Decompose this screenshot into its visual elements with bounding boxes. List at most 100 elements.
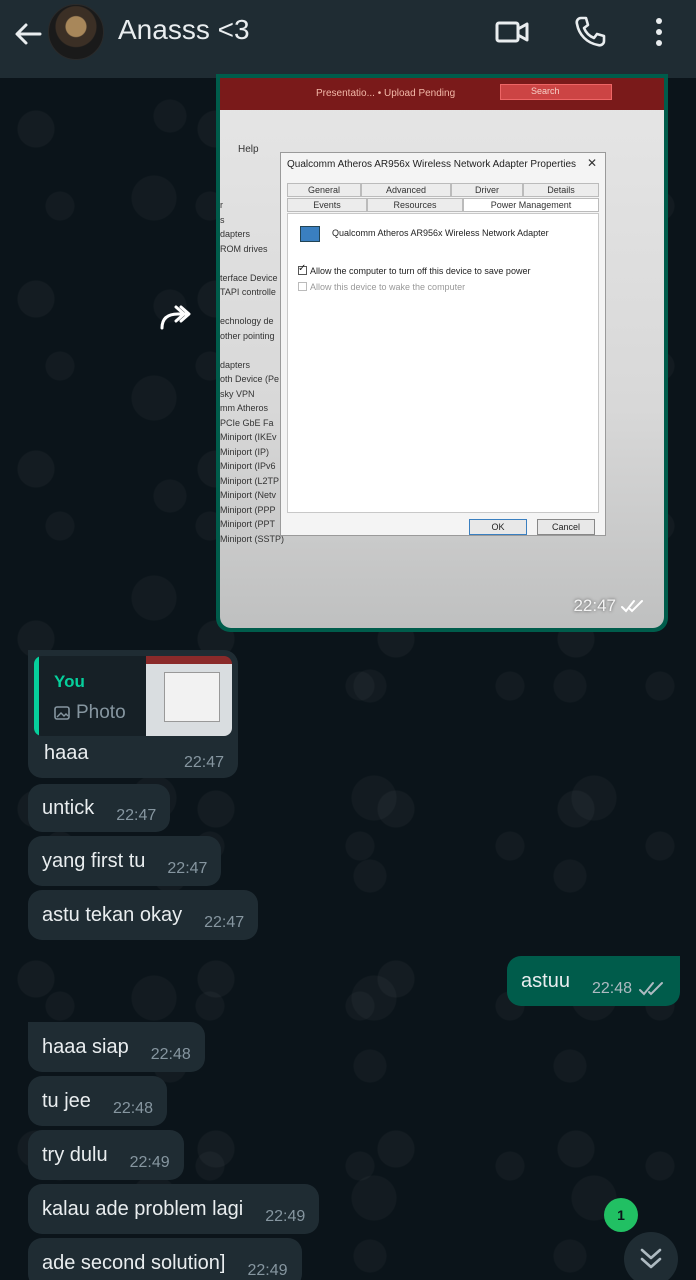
photo-searchbox: Search bbox=[500, 84, 612, 100]
image-icon bbox=[54, 706, 70, 720]
dialog-close-icon: ✕ bbox=[586, 156, 597, 170]
dialog-tabs-row1: General Advanced Driver Details bbox=[287, 183, 599, 197]
message-text: untick bbox=[42, 796, 95, 819]
checkbox-checked-icon bbox=[298, 263, 307, 275]
photo-device-list-item: s bbox=[220, 214, 225, 225]
photo-device-list-item: dapters bbox=[220, 359, 251, 370]
quote-thumbnail bbox=[146, 656, 232, 736]
photo-device-list-item: oth Device (Pe bbox=[220, 374, 280, 384]
dialog-cancel-button: Cancel bbox=[537, 519, 595, 535]
photo-device-list-item bbox=[220, 256, 284, 271]
scroll-to-bottom-button[interactable] bbox=[624, 1232, 678, 1280]
message-text: try dulu bbox=[42, 1143, 108, 1166]
phone-icon[interactable] bbox=[572, 14, 608, 50]
incoming-message[interactable]: try dulu 22:49 bbox=[28, 1130, 184, 1180]
contact-name[interactable]: Anasss <3 bbox=[118, 14, 250, 46]
more-vertical-icon[interactable] bbox=[644, 14, 680, 50]
double-check-icon bbox=[639, 982, 663, 996]
photo-device-list-item: Miniport (IKEv bbox=[220, 432, 277, 442]
dialog-tabs-row2: Events Resources Power Management bbox=[287, 198, 599, 212]
photo-device-list-item: Miniport (IPv6 bbox=[220, 461, 276, 471]
photo-device-list-item: other pointing bbox=[220, 330, 275, 341]
tab-advanced: Advanced bbox=[361, 183, 451, 197]
photo-device-list-item bbox=[220, 343, 284, 358]
quoted-message[interactable]: You Photo bbox=[34, 656, 232, 736]
reply-message[interactable]: You Photo haaa 22:47 bbox=[28, 650, 238, 778]
message-time: 22:49 bbox=[265, 1208, 306, 1225]
incoming-message[interactable]: kalau ade problem lagi 22:49 bbox=[28, 1184, 320, 1234]
chat-header: Anasss <3 bbox=[0, 0, 696, 78]
message-time: 22:48 bbox=[112, 1100, 153, 1117]
message-text: astuu bbox=[521, 969, 570, 992]
photo-device-list-item: dapters bbox=[220, 229, 251, 239]
photo-app-bar: Presentatio... • Upload Pending Search bbox=[220, 78, 664, 110]
message-time: 22:48 bbox=[591, 980, 632, 997]
tab-details: Details bbox=[523, 183, 599, 197]
image-message-time: 22:47 bbox=[573, 596, 616, 615]
photo-device-list-item: Miniport (Netv bbox=[220, 490, 277, 500]
photo-device-list-item: TAPI controlle bbox=[220, 287, 276, 297]
option-turn-off-label: Allow the computer to turn off this devi… bbox=[310, 266, 531, 276]
unread-count-badge: 1 bbox=[604, 1198, 638, 1232]
arrow-left-icon[interactable] bbox=[12, 18, 44, 50]
photo-app-bar-text: Presentatio... • Upload Pending bbox=[316, 88, 456, 99]
message-time: 22:47 bbox=[204, 914, 245, 931]
message-time: 22:48 bbox=[150, 1046, 191, 1063]
tab-power-management: Power Management bbox=[463, 198, 599, 212]
message-text: tu jee bbox=[42, 1089, 91, 1112]
message-time: 22:49 bbox=[247, 1262, 288, 1279]
message-text: astu tekan okay bbox=[42, 903, 183, 926]
photo-device-list-item: r bbox=[220, 200, 223, 210]
image-message[interactable]: Presentatio... • Upload Pending Search H… bbox=[216, 74, 668, 632]
message-text: haaa siap bbox=[42, 1035, 129, 1058]
message-text: haaa bbox=[44, 742, 89, 764]
incoming-message[interactable]: untick 22:47 bbox=[28, 784, 171, 832]
quote-photo-text: Photo bbox=[76, 702, 126, 723]
message-time: 22:47 bbox=[116, 807, 157, 824]
network-adapter-icon bbox=[300, 226, 320, 242]
image-message-meta: 22:47 bbox=[573, 596, 646, 616]
photo-device-list-item: echnology de bbox=[220, 316, 274, 326]
video-camera-icon[interactable] bbox=[494, 14, 530, 50]
quote-author: You bbox=[54, 672, 85, 691]
photo-device-list-item: sky VPN bbox=[220, 388, 255, 399]
photo-device-list-item: mm Atheros bbox=[220, 403, 269, 413]
forward-icon[interactable] bbox=[158, 302, 196, 334]
option-turn-off: Allow the computer to turn off this devi… bbox=[298, 263, 531, 276]
photo-device-list: r s dapters ROM drives terface Device TAPI co… bbox=[220, 198, 284, 546]
incoming-message[interactable]: ade second solution] 22:49 bbox=[28, 1238, 302, 1280]
photo-device-list-item: Miniport (L2TP bbox=[220, 475, 280, 486]
photo-search-text: Search bbox=[531, 86, 560, 96]
tab-events: Events bbox=[287, 198, 367, 212]
photo-device-list-item: Miniport (PPP bbox=[220, 504, 276, 515]
avatar[interactable] bbox=[48, 4, 104, 60]
incoming-message[interactable]: astu tekan okay 22:47 bbox=[28, 890, 259, 940]
message-time: 22:47 bbox=[183, 754, 224, 771]
properties-dialog: Qualcomm Atheros AR956x Wireless Network… bbox=[280, 152, 606, 536]
tab-general: General bbox=[287, 183, 361, 197]
photo-device-list-item: Miniport (SSTP) bbox=[220, 533, 285, 544]
outgoing-message[interactable]: astuu 22:48 bbox=[507, 956, 680, 1006]
incoming-message[interactable]: yang first tu 22:47 bbox=[28, 836, 222, 886]
photo-device-list-item: Miniport (IP) bbox=[220, 446, 270, 457]
tab-driver: Driver bbox=[451, 183, 523, 197]
photo-device-list-item: Miniport (PPT bbox=[220, 519, 276, 529]
photo-device-list-item: terface Device bbox=[220, 272, 278, 283]
message-text: yang first tu bbox=[42, 849, 146, 872]
dialog-title: Qualcomm Atheros AR956x Wireless Network… bbox=[287, 159, 577, 170]
photo-device-list-item bbox=[220, 300, 284, 315]
dialog-ok-button: OK bbox=[469, 519, 527, 535]
chevrons-down-icon bbox=[640, 1248, 662, 1269]
photo-menu-help: Help bbox=[238, 144, 259, 155]
checkbox-disabled-icon bbox=[298, 282, 307, 291]
incoming-message[interactable]: tu jee 22:48 bbox=[28, 1076, 167, 1126]
double-check-icon bbox=[621, 600, 643, 613]
message-text: kalau ade problem lagi bbox=[42, 1197, 244, 1220]
message-time: 22:49 bbox=[129, 1154, 170, 1171]
incoming-message[interactable]: haaa siap 22:48 bbox=[28, 1022, 205, 1072]
message-time: 22:47 bbox=[167, 860, 208, 877]
photo-device-list-item: ROM drives bbox=[220, 243, 268, 254]
message-text: ade second solution] bbox=[42, 1251, 226, 1274]
photo-screenshot[interactable]: Presentatio... • Upload Pending Search H… bbox=[220, 78, 664, 628]
option-wake-label: Allow this device to wake the computer bbox=[310, 282, 466, 292]
